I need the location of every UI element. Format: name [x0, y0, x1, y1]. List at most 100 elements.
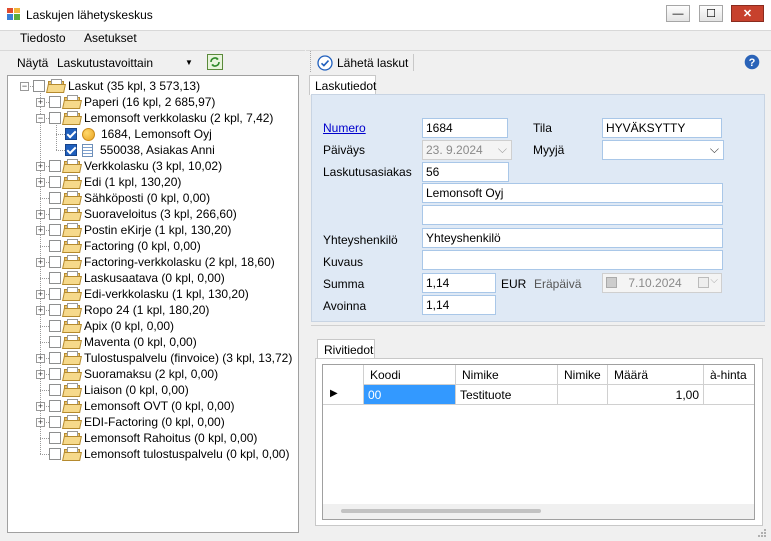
resize-grip-icon[interactable] [757, 527, 767, 537]
tree-node[interactable]: + Paperi (16 kpl, 2 685,97) [36, 94, 215, 110]
tree-node[interactable]: 1684, Lemonsoft Oyj [52, 126, 212, 142]
tree-checkbox[interactable] [49, 208, 61, 220]
tree-checkbox[interactable] [49, 288, 61, 300]
tree-node[interactable]: + Postin eKirje (1 kpl, 130,20) [36, 222, 231, 238]
tree-checkbox[interactable] [65, 128, 77, 140]
expand-icon[interactable]: + [36, 353, 45, 363]
tree-checkbox[interactable] [49, 176, 61, 188]
erapaiva-checkbox[interactable] [606, 277, 617, 288]
rows-grid[interactable]: Koodi Nimike Nimike Määrä à-hinta ▶ 00 T… [322, 364, 755, 520]
help-icon[interactable]: ? [744, 54, 760, 70]
tree-checkbox[interactable] [49, 320, 61, 332]
row-selector[interactable]: ▶ [323, 385, 364, 405]
tree-checkbox[interactable] [49, 432, 61, 444]
close-button[interactable]: ✕ [731, 5, 764, 22]
expand-icon[interactable]: + [36, 417, 45, 427]
collapse-icon[interactable]: − [36, 113, 45, 123]
col-header-nimike[interactable]: Nimike [456, 365, 558, 385]
tree-checkbox[interactable] [49, 304, 61, 316]
numero-link[interactable]: Numero [323, 121, 366, 135]
avoinna-field[interactable]: 1,14 [422, 295, 496, 315]
tree-checkbox[interactable] [49, 112, 61, 124]
tree-node[interactable]: + EDI-Factoring (0 kpl, 0,00) [36, 414, 225, 430]
yhteyshenkilo-field[interactable]: Yhteyshenkilö [422, 228, 723, 248]
expand-icon[interactable]: + [36, 369, 45, 379]
tree-checkbox[interactable] [49, 400, 61, 412]
expand-icon[interactable]: + [36, 161, 45, 171]
kuvaus-field[interactable] [422, 250, 723, 270]
col-header-hinta[interactable]: à-hinta [704, 365, 754, 385]
tree-checkbox[interactable] [49, 192, 61, 204]
tree-node[interactable]: + Lemonsoft OVT (0 kpl, 0,00) [36, 398, 235, 414]
asiakas-number-field[interactable]: 56 [422, 162, 509, 182]
expand-icon[interactable]: + [36, 225, 45, 235]
tree-checkbox[interactable] [49, 240, 61, 252]
col-header-maara[interactable]: Määrä [608, 365, 704, 385]
refresh-button[interactable] [207, 54, 223, 70]
tila-field[interactable]: HYVÄKSYTTY [602, 118, 722, 138]
tree-checkbox[interactable] [49, 416, 61, 428]
cell-koodi[interactable]: 00 [364, 385, 456, 404]
col-header-koodi[interactable]: Koodi [364, 365, 456, 385]
tree-checkbox[interactable] [49, 336, 61, 348]
table-row[interactable]: ▶ 00 Testituote 1,00 [323, 385, 754, 405]
collapse-icon[interactable]: − [20, 81, 29, 91]
tree-node[interactable]: + Verkkolasku (3 kpl, 10,02) [36, 158, 222, 174]
maximize-button[interactable]: ☐ [699, 5, 723, 22]
grid-horizontal-scrollbar[interactable] [323, 504, 754, 519]
tree-node[interactable]: Factoring (0 kpl, 0,00) [36, 238, 201, 254]
tree-node[interactable]: Sähköposti (0 kpl, 0,00) [36, 190, 210, 206]
erapaiva-field[interactable]: 7.10.2024 ⌵ [602, 273, 722, 293]
expand-icon[interactable]: + [36, 97, 45, 107]
cell-hinta[interactable] [704, 385, 754, 404]
tree-node[interactable]: Liaison (0 kpl, 0,00) [36, 382, 189, 398]
expand-icon[interactable]: + [36, 401, 45, 411]
view-mode-dropdown[interactable]: Laskutustavoittain ▼ [55, 53, 200, 72]
tree-node[interactable]: Lemonsoft tulostuspalvelu (0 kpl, 0,00) [36, 446, 289, 462]
tree-node[interactable]: Apix (0 kpl, 0,00) [36, 318, 174, 334]
tree-checkbox[interactable] [49, 256, 61, 268]
col-header-nimike2[interactable]: Nimike [558, 365, 608, 385]
tree-node[interactable]: Maventa (0 kpl, 0,00) [36, 334, 197, 350]
tree-node[interactable]: Laskusaatava (0 kpl, 0,00) [36, 270, 225, 286]
tree-node[interactable]: + Edi (1 kpl, 130,20) [36, 174, 181, 190]
expand-icon[interactable]: + [36, 209, 45, 219]
expand-icon[interactable]: + [36, 305, 45, 315]
tree-checkbox[interactable] [49, 352, 61, 364]
myyja-dropdown[interactable]: ⌵ [602, 140, 724, 160]
asiakas-address-field[interactable] [422, 205, 723, 225]
tree-node[interactable]: + Edi-verkkolasku (1 kpl, 130,20) [36, 286, 249, 302]
expand-icon[interactable]: + [36, 289, 45, 299]
tree-node[interactable]: + Ropo 24 (1 kpl, 180,20) [36, 302, 209, 318]
scrollbar-thumb[interactable] [341, 509, 541, 513]
numero-field[interactable]: 1684 [422, 118, 508, 138]
tree-checkbox[interactable] [49, 160, 61, 172]
tree-node[interactable]: Lemonsoft Rahoitus (0 kpl, 0,00) [36, 430, 257, 446]
tree-checkbox[interactable] [33, 80, 45, 92]
expand-icon[interactable]: + [36, 257, 45, 267]
tree-node[interactable]: + Factoring-verkkolasku (2 kpl, 18,60) [36, 254, 275, 270]
tree-node[interactable]: + Tulostuspalvelu (finvoice) (3 kpl, 13,7… [36, 350, 292, 366]
invoice-tree[interactable]: − Laskut (35 kpl, 3 573,13) + Paperi (16 kp… [7, 75, 299, 533]
menu-asetukset[interactable]: Asetukset [84, 31, 137, 45]
tree-node[interactable]: 550038, Asiakas Anni [52, 142, 215, 158]
tree-node[interactable]: + Suoraveloitus (3 kpl, 266,60) [36, 206, 237, 222]
tab-laskutiedot[interactable]: Laskutiedot [309, 75, 376, 95]
cell-maara[interactable]: 1,00 [608, 385, 704, 404]
summa-field[interactable]: 1,14 [422, 273, 496, 293]
tree-node[interactable]: + Suoramaksu (2 kpl, 0,00) [36, 366, 218, 382]
tab-rivitiedot[interactable]: Rivitiedot [317, 339, 375, 359]
tree-checkbox[interactable] [49, 448, 61, 460]
expand-icon[interactable]: + [36, 177, 45, 187]
cell-nimike[interactable]: Testituote [456, 385, 558, 404]
tree-checkbox[interactable] [49, 224, 61, 236]
menu-tiedosto[interactable]: Tiedosto [20, 31, 66, 45]
tree-checkbox[interactable] [49, 384, 61, 396]
tree-checkbox[interactable] [49, 272, 61, 284]
asiakas-name-field[interactable]: Lemonsoft Oyj [422, 183, 723, 203]
tree-node[interactable]: − Laskut (35 kpl, 3 573,13) [20, 78, 200, 94]
tree-checkbox[interactable] [49, 96, 61, 108]
send-invoices-button[interactable]: Lähetä laskut [317, 53, 408, 72]
paivays-field[interactable]: 23. 9.2024 ⌵ [422, 140, 512, 160]
minimize-button[interactable]: — [666, 5, 690, 22]
